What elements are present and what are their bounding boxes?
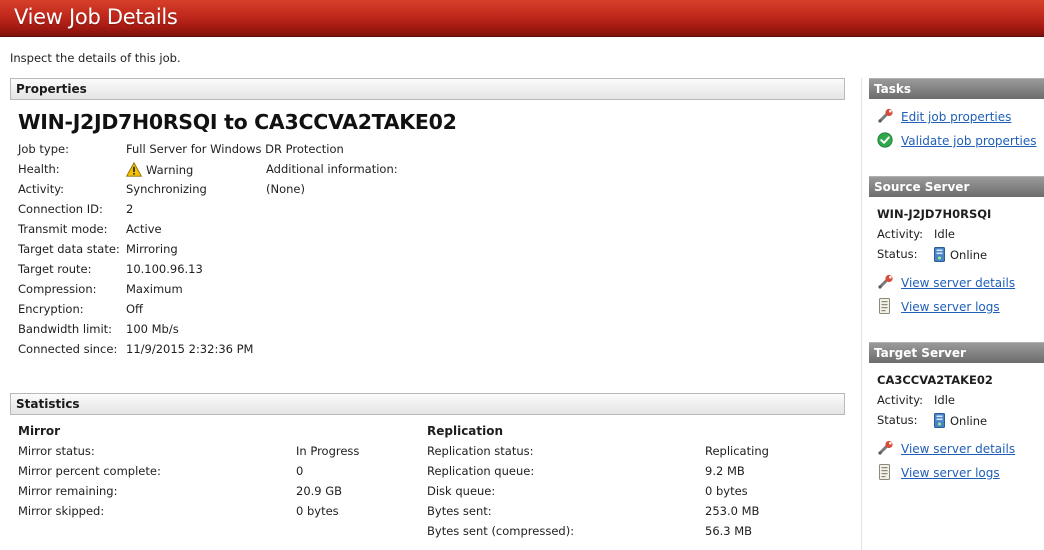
source-server-header: Source Server (869, 176, 1044, 197)
target-server-name: CA3CCVA2TAKE02 (877, 373, 993, 387)
sidebar-divider (861, 78, 862, 550)
tasks-header: Tasks (869, 78, 1044, 99)
status-text: Online (950, 414, 988, 428)
source-activity-label: Activity: (877, 227, 924, 241)
source-view-server-logs-link[interactable]: View server logs (877, 298, 1000, 314)
stat-value: 56.3 MB (705, 524, 753, 538)
stat-value: 20.9 GB (296, 484, 343, 498)
stat-label: Mirror remaining: (18, 484, 118, 498)
link-label[interactable]: Validate job properties (901, 134, 1037, 148)
link-label[interactable]: View server logs (901, 300, 1000, 314)
prop-label: Encryption: (18, 302, 84, 316)
prop-label: Compression: (18, 282, 97, 296)
prop-label: Connection ID: (18, 202, 103, 216)
prop-label: Job type: (18, 142, 69, 156)
stat-label: Bytes sent (compressed): (427, 524, 575, 538)
statistics-header: Statistics (10, 393, 845, 415)
log-icon (877, 464, 895, 480)
wrench-icon (877, 440, 895, 456)
stat-label: Replication queue: (427, 464, 535, 478)
prop-value: Synchronizing (126, 182, 207, 196)
source-server-name: WIN-J2JD7H0RSQI (877, 207, 992, 221)
server-online-icon (934, 247, 945, 265)
prop-value: Full Server for Windows DR Protection (126, 142, 344, 156)
validate-job-properties-link[interactable]: Validate job properties (877, 132, 1037, 148)
prop-value: 10.100.96.13 (126, 262, 203, 276)
link-label[interactable]: Edit job properties (901, 110, 1011, 124)
target-view-server-logs-link[interactable]: View server logs (877, 464, 1000, 480)
additional-info-value: (None) (266, 182, 305, 196)
check-icon (877, 132, 895, 148)
source-status-label: Status: (877, 247, 918, 261)
stat-value: Replicating (705, 444, 769, 458)
target-status-value: Online (934, 413, 987, 431)
prop-label: Bandwidth limit: (18, 322, 113, 336)
stat-label: Replication status: (427, 444, 534, 458)
stat-label: Mirror percent complete: (18, 464, 161, 478)
intro-text: Inspect the details of this job. (10, 51, 181, 65)
log-icon (877, 298, 895, 314)
prop-value: Active (126, 222, 162, 236)
stat-label: Mirror skipped: (18, 504, 105, 518)
page-title: View Job Details (14, 5, 178, 29)
prop-value: Off (126, 302, 143, 316)
prop-value: Mirroring (126, 242, 178, 256)
additional-info-label: Additional information: (266, 162, 398, 176)
prop-value: 100 Mb/s (126, 322, 179, 336)
prop-value: 11/9/2015 2:32:36 PM (126, 342, 254, 356)
stat-label: Disk queue: (427, 484, 496, 498)
stat-value: 9.2 MB (705, 464, 745, 478)
wrench-icon (877, 108, 895, 124)
properties-header: Properties (10, 78, 845, 100)
prop-value: 2 (126, 202, 134, 216)
stat-value: 0 bytes (296, 504, 339, 518)
edit-job-properties-link[interactable]: Edit job properties (877, 108, 1011, 124)
title-bar: View Job Details (0, 0, 1044, 37)
replication-title: Replication (427, 424, 504, 438)
source-view-server-details-link[interactable]: View server details (877, 274, 1015, 290)
health-value: Warning (125, 161, 194, 180)
source-activity-value: Idle (934, 227, 955, 241)
target-server-header: Target Server (869, 342, 1044, 363)
server-online-icon (934, 413, 945, 431)
target-activity-value: Idle (934, 393, 955, 407)
stat-label: Mirror status: (18, 444, 95, 458)
prop-label: Target data state: (18, 242, 120, 256)
prop-label: Activity: (18, 182, 65, 196)
source-status-value: Online (934, 247, 987, 265)
link-label[interactable]: View server details (901, 442, 1015, 456)
link-label[interactable]: View server logs (901, 466, 1000, 480)
prop-label: Connected since: (18, 342, 118, 356)
prop-label: Target route: (18, 262, 92, 276)
stat-label: Bytes sent: (427, 504, 492, 518)
stat-value: 0 bytes (705, 484, 748, 498)
prop-label: Transmit mode: (18, 222, 108, 236)
wrench-icon (877, 274, 895, 290)
prop-label: Health: (18, 162, 60, 176)
health-text: Warning (146, 163, 194, 177)
target-status-label: Status: (877, 413, 918, 427)
prop-value: Maximum (126, 282, 183, 296)
link-label[interactable]: View server details (901, 276, 1015, 290)
job-name: WIN-J2JD7H0RSQI to CA3CCVA2TAKE02 (18, 110, 457, 134)
target-view-server-details-link[interactable]: View server details (877, 440, 1015, 456)
mirror-title: Mirror (18, 424, 61, 438)
target-activity-label: Activity: (877, 393, 924, 407)
stat-value: 253.0 MB (705, 504, 760, 518)
stat-value: In Progress (296, 444, 360, 458)
status-text: Online (950, 248, 988, 262)
warning-icon (125, 161, 143, 180)
stat-value: 0 (296, 464, 304, 478)
